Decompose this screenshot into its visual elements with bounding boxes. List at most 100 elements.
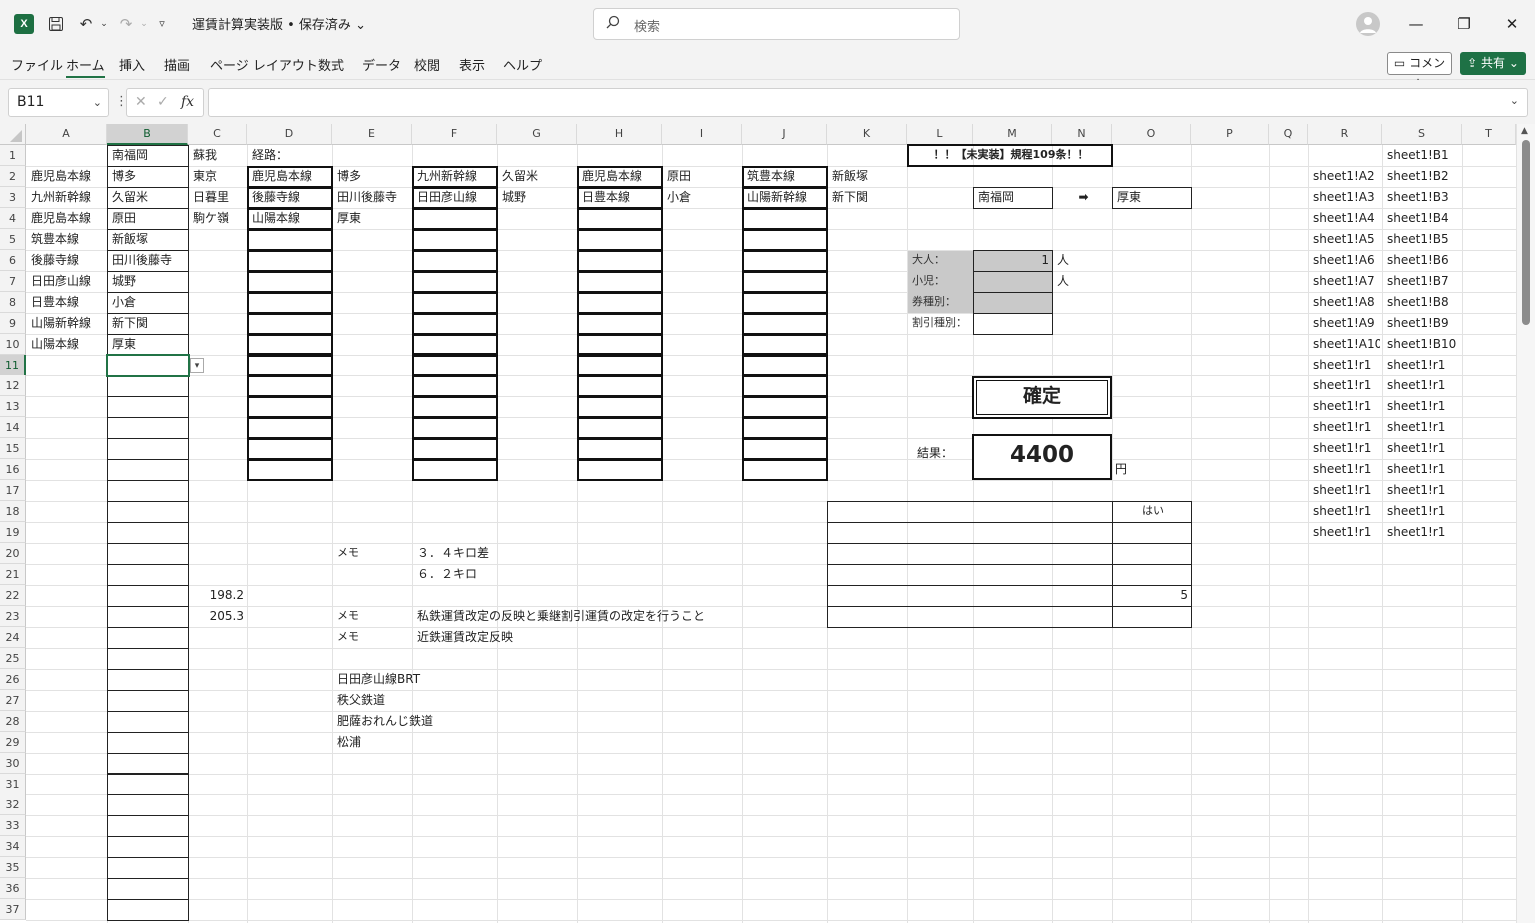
cell-b10[interactable]: 厚東 — [109, 334, 709, 355]
cell-r3[interactable]: sheet1!A3 — [1310, 187, 1380, 208]
row-header-20[interactable]: 20 — [0, 543, 26, 565]
cell-o22[interactable]: 5 — [1112, 585, 1188, 606]
row-header-32[interactable]: 32 — [0, 794, 26, 816]
scroll-thumb[interactable] — [1522, 140, 1530, 325]
row-header-34[interactable]: 34 — [0, 836, 26, 858]
column-header-k[interactable]: K — [827, 124, 907, 145]
cell-r10[interactable]: sheet1!A10 — [1310, 334, 1380, 355]
row-header-13[interactable]: 13 — [0, 396, 26, 418]
column-header-o[interactable]: O — [1112, 124, 1191, 145]
column-header-n[interactable]: N — [1052, 124, 1112, 145]
tab-home[interactable]: ホーム — [66, 55, 105, 78]
cell-s14[interactable]: sheet1!r1 — [1384, 417, 1460, 438]
row-header-1[interactable]: 1 — [0, 145, 26, 166]
document-title[interactable]: 運賃計算実装版 • 保存済み ⌄ — [192, 14, 366, 33]
cell-s5[interactable]: sheet1!B5 — [1384, 229, 1460, 250]
name-box[interactable]: B11 ⌄ — [8, 88, 109, 117]
tab-review[interactable]: 校閲 — [414, 55, 440, 74]
row-header-31[interactable]: 31 — [0, 773, 26, 795]
cell-n6[interactable]: 人 — [1054, 250, 1535, 271]
cell-o18[interactable]: はい — [1112, 501, 1191, 522]
cell-r9[interactable]: sheet1!A9 — [1310, 313, 1380, 334]
cell-s6[interactable]: sheet1!B6 — [1384, 250, 1460, 271]
cell-s12[interactable]: sheet1!r1 — [1384, 375, 1460, 396]
column-header-m[interactable]: M — [973, 124, 1052, 145]
cell-s8[interactable]: sheet1!B8 — [1384, 292, 1460, 313]
row-header-17[interactable]: 17 — [0, 480, 26, 502]
cell-s9[interactable]: sheet1!B9 — [1384, 313, 1460, 334]
cell-s17[interactable]: sheet1!r1 — [1384, 480, 1460, 501]
tab-file[interactable]: ファイル — [11, 55, 63, 74]
selected-cell[interactable] — [106, 353, 190, 378]
select-all-corner[interactable] — [0, 124, 26, 145]
row-header-37[interactable]: 37 — [0, 899, 26, 921]
cell-s4[interactable]: sheet1!B4 — [1384, 208, 1460, 229]
row-header-23[interactable]: 23 — [0, 605, 26, 627]
column-header-h[interactable]: H — [577, 124, 662, 145]
cell-e27[interactable]: 秩父鉄道 — [334, 690, 934, 711]
row-header-12[interactable]: 12 — [0, 375, 26, 397]
expand-formula-icon[interactable]: ⌄ — [1510, 94, 1519, 107]
customize-icon[interactable]: ▿ — [150, 12, 174, 36]
cell-r14[interactable]: sheet1!r1 — [1310, 417, 1380, 438]
cell-b8[interactable]: 小倉 — [109, 292, 709, 313]
cell-r17[interactable]: sheet1!r1 — [1310, 480, 1380, 501]
column-header-s[interactable]: S — [1382, 124, 1462, 145]
row-header-16[interactable]: 16 — [0, 459, 26, 481]
tab-draw[interactable]: 描画 — [164, 55, 190, 74]
undo-dropdown-icon[interactable]: ⌄ — [92, 12, 116, 36]
row-header-33[interactable]: 33 — [0, 815, 26, 837]
cell-f24[interactable]: 近鉄運賃改定反映 — [414, 627, 1014, 648]
cell-r16[interactable]: sheet1!r1 — [1310, 459, 1380, 480]
cell-e28[interactable]: 肥薩おれんじ鉄道 — [334, 711, 934, 732]
cell-n7[interactable]: 人 — [1054, 271, 1535, 292]
row-header-28[interactable]: 28 — [0, 710, 26, 732]
cell-e4[interactable]: 厚東 — [334, 208, 934, 229]
minimize-button[interactable]: — — [1396, 10, 1436, 38]
cell-s11[interactable]: sheet1!r1 — [1384, 355, 1460, 376]
cell-e26[interactable]: 日田彦山線BRT — [334, 669, 934, 690]
cell-b5[interactable]: 新飯塚 — [109, 229, 709, 250]
row-header-24[interactable]: 24 — [0, 626, 26, 648]
cell-r18[interactable]: sheet1!r1 — [1310, 501, 1380, 522]
tab-data[interactable]: データ — [362, 55, 401, 74]
row-header-27[interactable]: 27 — [0, 689, 26, 711]
cell-s18[interactable]: sheet1!r1 — [1384, 501, 1460, 522]
row-header-6[interactable]: 6 — [0, 249, 26, 271]
vertical-scrollbar[interactable]: ▲ — [1516, 124, 1535, 923]
row-header-19[interactable]: 19 — [0, 522, 26, 544]
cell-r15[interactable]: sheet1!r1 — [1310, 438, 1380, 459]
column-header-r[interactable]: R — [1308, 124, 1382, 145]
column-header-l[interactable]: L — [907, 124, 973, 145]
row-header-10[interactable]: 10 — [0, 333, 26, 355]
share-button[interactable]: ⇪ 共有 ⌄ — [1460, 52, 1526, 75]
enter-icon[interactable]: ✓ — [157, 89, 169, 116]
column-header-g[interactable]: G — [497, 124, 577, 145]
cell-b7[interactable]: 城野 — [109, 271, 709, 292]
row-header-8[interactable]: 8 — [0, 291, 26, 313]
row-header-7[interactable]: 7 — [0, 270, 26, 292]
cell-c22[interactable]: 198.2 — [188, 585, 244, 606]
column-header-i[interactable]: I — [662, 124, 742, 145]
cell-s2[interactable]: sheet1!B2 — [1384, 166, 1460, 187]
cell-r19[interactable]: sheet1!r1 — [1310, 522, 1380, 543]
cell-r6[interactable]: sheet1!A6 — [1310, 250, 1380, 271]
cell-e29[interactable]: 松浦 — [334, 732, 934, 753]
tab-insert[interactable]: 挿入 — [119, 55, 145, 74]
avatar[interactable] — [1356, 12, 1380, 36]
tab-formulas[interactable]: 数式 — [318, 55, 344, 74]
search-box[interactable]: 検索 — [593, 8, 960, 40]
formula-input[interactable]: ⌄ — [208, 88, 1528, 117]
cell-r11[interactable]: sheet1!r1 — [1310, 355, 1380, 376]
cell-f21[interactable]: ６．２キロ — [414, 564, 1014, 585]
row-header-5[interactable]: 5 — [0, 228, 26, 250]
row-header-15[interactable]: 15 — [0, 438, 26, 460]
column-header-j[interactable]: J — [742, 124, 827, 145]
row-header-2[interactable]: 2 — [0, 165, 26, 187]
cell-r12[interactable]: sheet1!r1 — [1310, 375, 1380, 396]
row-header-21[interactable]: 21 — [0, 564, 26, 585]
row-header-36[interactable]: 36 — [0, 878, 26, 900]
cell-s1[interactable]: sheet1!B1 — [1384, 145, 1460, 166]
column-header-t[interactable]: T — [1462, 124, 1516, 145]
cell-r7[interactable]: sheet1!A7 — [1310, 271, 1380, 292]
